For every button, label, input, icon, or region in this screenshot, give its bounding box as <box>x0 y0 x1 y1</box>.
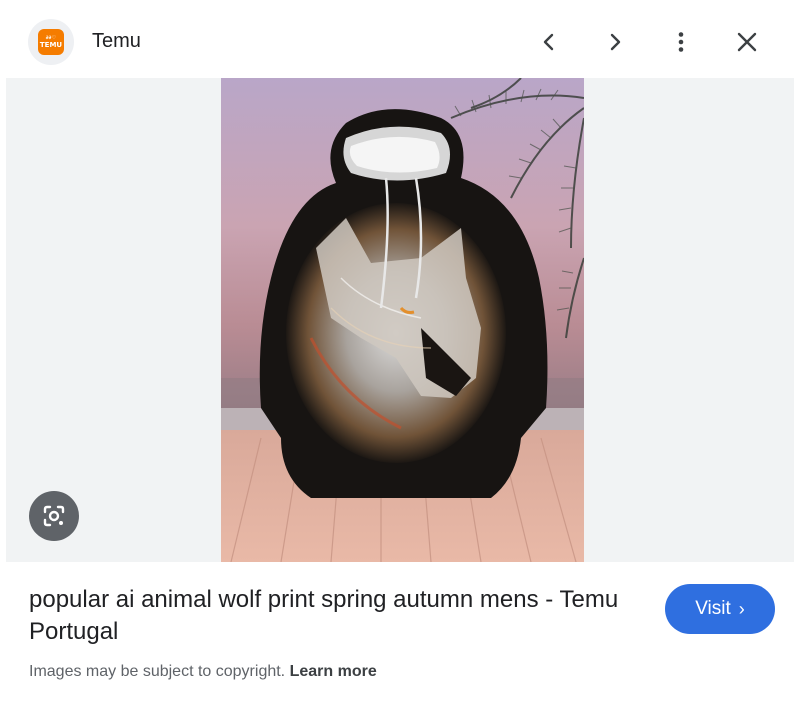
visit-label: Visit <box>695 598 731 619</box>
more-options-button[interactable] <box>661 22 701 62</box>
visit-button[interactable]: Visit › <box>665 584 775 634</box>
copyright-notice: Images may be subject to copyright. Lear… <box>29 663 377 680</box>
image-viewer <box>6 78 794 562</box>
close-icon <box>737 32 757 52</box>
next-button[interactable] <box>595 22 635 62</box>
result-title[interactable]: popular ai animal wolf print spring autu… <box>29 584 619 648</box>
lens-search-icon <box>43 505 65 527</box>
learn-more-link[interactable]: Learn more <box>290 663 377 680</box>
previous-button[interactable] <box>529 22 569 62</box>
temu-logo-icon: ∂∂♡ TEMU <box>38 29 64 55</box>
site-favicon: ∂∂♡ TEMU <box>28 19 74 65</box>
site-name[interactable]: Temu <box>92 30 141 53</box>
wolf-hoodie-image <box>221 78 584 562</box>
logo-top-text: ∂∂♡ <box>45 34 57 41</box>
copyright-text: Images may be subject to copyright. <box>29 663 286 680</box>
panel-header: ∂∂♡ TEMU Temu <box>6 6 794 78</box>
close-button[interactable] <box>727 22 767 62</box>
logo-text: TEMU <box>39 40 63 49</box>
chevron-right-icon: › <box>738 598 745 619</box>
product-image[interactable] <box>221 78 584 562</box>
more-vert-icon <box>678 32 684 52</box>
image-preview-panel: ∂∂♡ TEMU Temu popular ai animal wolf pri… <box>6 6 794 680</box>
google-lens-button[interactable] <box>29 491 79 541</box>
chevron-right-icon <box>610 33 621 51</box>
chevron-left-icon <box>543 33 554 51</box>
